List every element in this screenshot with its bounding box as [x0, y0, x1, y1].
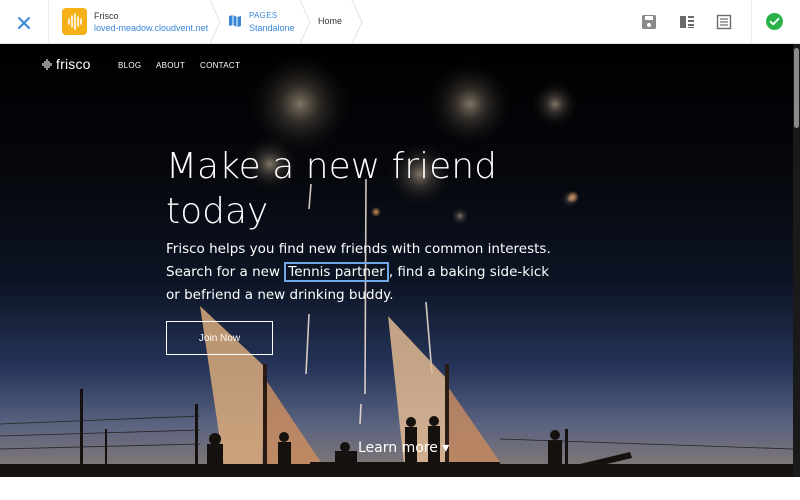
toolbar-divider: [48, 0, 49, 44]
breadcrumb-separator: [351, 0, 363, 44]
close-icon[interactable]: [13, 12, 35, 34]
site-logo: [62, 8, 87, 35]
editable-highlight-text[interactable]: Tennis partner: [284, 262, 389, 282]
site-name: Frisco: [94, 11, 119, 21]
site-domain-link[interactable]: loved-meadow.cloudvent.net: [94, 23, 208, 33]
hero-description: Frisco helps you find new friends with c…: [166, 238, 551, 307]
nav-link-about[interactable]: ABOUT: [156, 61, 185, 70]
pages-collection-link[interactable]: Standalone: [249, 23, 295, 33]
headline-line-2: today: [166, 191, 269, 232]
toolbar-divider: [751, 0, 752, 44]
nav-link-contact[interactable]: CONTACT: [200, 61, 240, 70]
breadcrumb-separator: [209, 0, 221, 44]
breadcrumb-separator: [299, 0, 311, 44]
hero-section: frisco BLOG ABOUT CONTACT Make a new fri…: [0, 44, 793, 477]
scrollbar-thumb[interactable]: [794, 48, 799, 128]
learn-more-link[interactable]: Learn more ▾: [358, 440, 449, 456]
site-logo-text: frisco: [56, 56, 91, 72]
breadcrumb-home[interactable]: Home: [318, 16, 342, 26]
map-icon: [229, 15, 241, 27]
headline-line-1: Make a new friend: [166, 146, 497, 187]
columns-icon[interactable]: [678, 13, 696, 31]
list-icon[interactable]: [715, 13, 733, 31]
hero-headline: Make a new friend today: [166, 144, 566, 234]
site-logo-frisco[interactable]: frisco: [42, 56, 91, 72]
save-icon[interactable]: [640, 13, 658, 31]
nav-link-blog[interactable]: BLOG: [118, 61, 141, 70]
check-icon: [766, 13, 783, 30]
pages-label: PAGES: [249, 11, 278, 20]
preview-bottom-strip: [0, 477, 800, 500]
join-now-button[interactable]: Join Now: [166, 321, 273, 355]
sound-wave-icon: [42, 58, 52, 70]
editor-toolbar: Frisco loved-meadow.cloudvent.net PAGES …: [0, 0, 800, 44]
